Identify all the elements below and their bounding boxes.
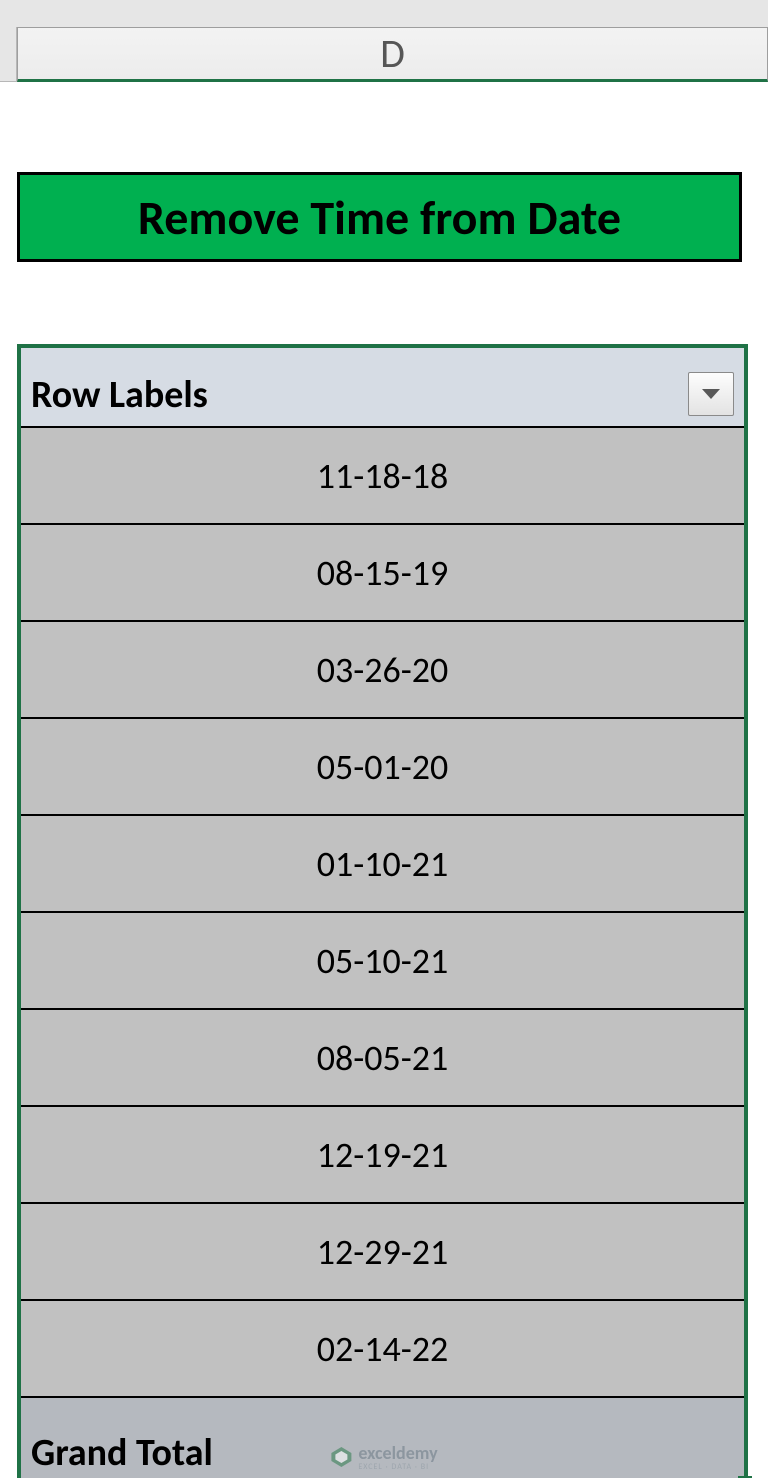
pivot-row[interactable]: 08-05-21 (21, 1010, 744, 1107)
pivot-row[interactable]: 11-18-18 (21, 428, 744, 525)
pivot-row-value: 12-29-21 (317, 1230, 449, 1274)
worksheet-screenshot: D Remove Time from Date Row Labels (0, 0, 768, 1478)
row-header-stub (0, 27, 17, 82)
pivot-table-selection[interactable]: Row Labels 11-18-18 08-15-19 (17, 344, 748, 1478)
grid-area: Remove Time from Date Row Labels 11-18-1… (0, 82, 768, 1478)
pivot-row-value: 01-10-21 (317, 842, 449, 886)
watermark-brand: exceldemy (358, 1442, 437, 1464)
pivot-row[interactable]: 02-14-22 (21, 1301, 744, 1398)
pivot-row[interactable]: 12-19-21 (21, 1107, 744, 1204)
spreadsheet-top-gutter (0, 0, 768, 27)
column-header-D[interactable]: D (17, 27, 768, 82)
pivot-header-cell[interactable]: Row Labels (21, 348, 744, 428)
title-text: Remove Time from Date (138, 188, 621, 247)
pivot-row[interactable]: 08-15-19 (21, 525, 744, 622)
watermark-tagline: EXCEL · DATA · BI (358, 1462, 437, 1472)
pivot-grand-total-label: Grand Total (31, 1430, 213, 1476)
pivot-row-value: 11-18-18 (317, 454, 449, 498)
column-header-label: D (380, 29, 405, 78)
pivot-row[interactable]: 05-10-21 (21, 913, 744, 1010)
pivot-row-value: 03-26-20 (317, 648, 449, 692)
watermark-text: exceldemy EXCEL · DATA · BI (358, 1442, 437, 1472)
pivot-row-value: 12-19-21 (317, 1133, 449, 1177)
watermark: exceldemy EXCEL · DATA · BI (330, 1442, 437, 1472)
pivot-row-value: 05-01-20 (317, 745, 449, 789)
filter-dropdown-button[interactable] (688, 372, 734, 416)
pivot-row-value: 05-10-21 (317, 939, 449, 983)
pivot-row[interactable]: 01-10-21 (21, 816, 744, 913)
pivot-row[interactable]: 05-01-20 (21, 719, 744, 816)
watermark-logo-icon (330, 1446, 352, 1468)
pivot-row-value: 08-15-19 (317, 551, 449, 595)
title-cell[interactable]: Remove Time from Date (17, 172, 742, 262)
worksheet-body: Remove Time from Date Row Labels 11-18-1… (17, 82, 748, 1478)
pivot-row[interactable]: 03-26-20 (21, 622, 744, 719)
pivot-row-value: 02-14-22 (317, 1327, 449, 1371)
chevron-down-icon (702, 389, 720, 399)
column-header-row: D (0, 27, 768, 82)
pivot-row[interactable]: 12-29-21 (21, 1204, 744, 1301)
pivot-header-label: Row Labels (31, 372, 208, 418)
pivot-row-value: 08-05-21 (317, 1036, 449, 1080)
